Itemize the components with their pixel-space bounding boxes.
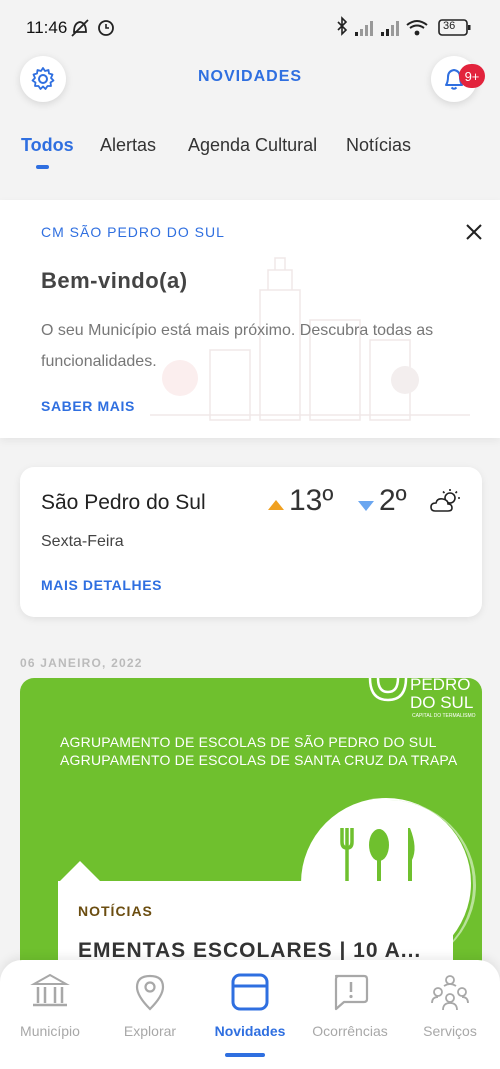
notification-badge: 9+ <box>459 64 485 88</box>
welcome-label: CM SÃO PEDRO DO SUL <box>41 224 225 240</box>
building-icon <box>30 973 70 1007</box>
alert-icon <box>334 974 369 1011</box>
status-bar: 11:46 36 <box>0 0 500 56</box>
weather-city: São Pedro do Sul <box>41 491 206 514</box>
news-category: NOTÍCIAS <box>78 903 153 919</box>
battery-level: 36 <box>443 20 456 32</box>
nav-servicos[interactable]: Serviços <box>400 960 500 1060</box>
mute-alarm-icons <box>71 19 114 37</box>
map-pin-icon <box>135 974 165 1011</box>
arrow-up-icon <box>268 500 284 510</box>
people-icon <box>431 975 469 1011</box>
welcome-title: Bem-vindo(a) <box>41 268 188 293</box>
welcome-text: O seu Município está mais próximo. Descu… <box>41 322 434 370</box>
news-icon <box>231 973 269 1011</box>
tab-noticias[interactable]: Notícias <box>346 135 411 156</box>
nav-municipio[interactable]: Município <box>0 960 100 1060</box>
logo-mark <box>368 678 408 702</box>
active-tab-indicator <box>36 165 49 169</box>
logo-line1: PEDRO <box>410 678 471 694</box>
nav-label: Explorar <box>123 1023 177 1039</box>
school-line-1: AGRUPAMENTO DE ESCOLAS DE SÃO PEDRO DO S… <box>60 734 437 750</box>
nav-label: Ocorrências <box>312 1023 388 1039</box>
nav-label: Serviços <box>423 1023 477 1039</box>
page-title: NOVIDADES <box>197 68 303 85</box>
cutlery-icon <box>340 828 415 886</box>
saber-mais-link[interactable]: SABER MAIS <box>41 398 135 414</box>
logo-tagline: CAPITAL DO TERMALISMO <box>412 713 476 719</box>
mais-detalhes-link[interactable]: MAIS DETALHES <box>41 577 162 593</box>
tab-alertas[interactable]: Alertas <box>100 135 156 156</box>
weather-max: 13º <box>289 484 334 517</box>
nav-ocorrencias[interactable]: Ocorrências <box>300 960 400 1060</box>
tab-todos[interactable]: Todos <box>21 135 74 156</box>
weather-min: 2º <box>379 484 407 517</box>
close-icon[interactable] <box>465 223 483 241</box>
tab-agenda-cultural[interactable]: Agenda Cultural <box>188 135 317 156</box>
weather-card[interactable]: São Pedro do Sul 13º 2º Sexta-Feira MAIS… <box>20 467 482 617</box>
feed-date: 06 JANEIRO, 2022 <box>20 656 143 670</box>
partly-cloudy-icon <box>430 489 460 512</box>
logo-line2: DO SUL <box>410 693 474 712</box>
bottom-nav: Município Explorar Novidades Ocorrências <box>0 960 500 1069</box>
school-line-2: AGRUPAMENTO DE ESCOLAS DE SANTA CRUZ DA … <box>60 752 458 768</box>
active-nav-indicator <box>225 1053 265 1057</box>
arrow-down-icon <box>358 501 374 511</box>
welcome-card: CM SÃO PEDRO DO SUL Bem-vindo(a) O seu M… <box>0 200 500 438</box>
nav-label: Município <box>20 1023 80 1039</box>
status-time: 11:46 <box>26 18 68 37</box>
weather-day: Sexta-Feira <box>41 533 124 550</box>
nav-novidades[interactable]: Novidades <box>200 960 300 1060</box>
nav-explorar[interactable]: Explorar <box>100 960 200 1060</box>
news-card[interactable]: PEDRO DO SUL CAPITAL DO TERMALISMO AGRUP… <box>20 678 482 998</box>
nav-label: Novidades <box>214 1023 286 1039</box>
